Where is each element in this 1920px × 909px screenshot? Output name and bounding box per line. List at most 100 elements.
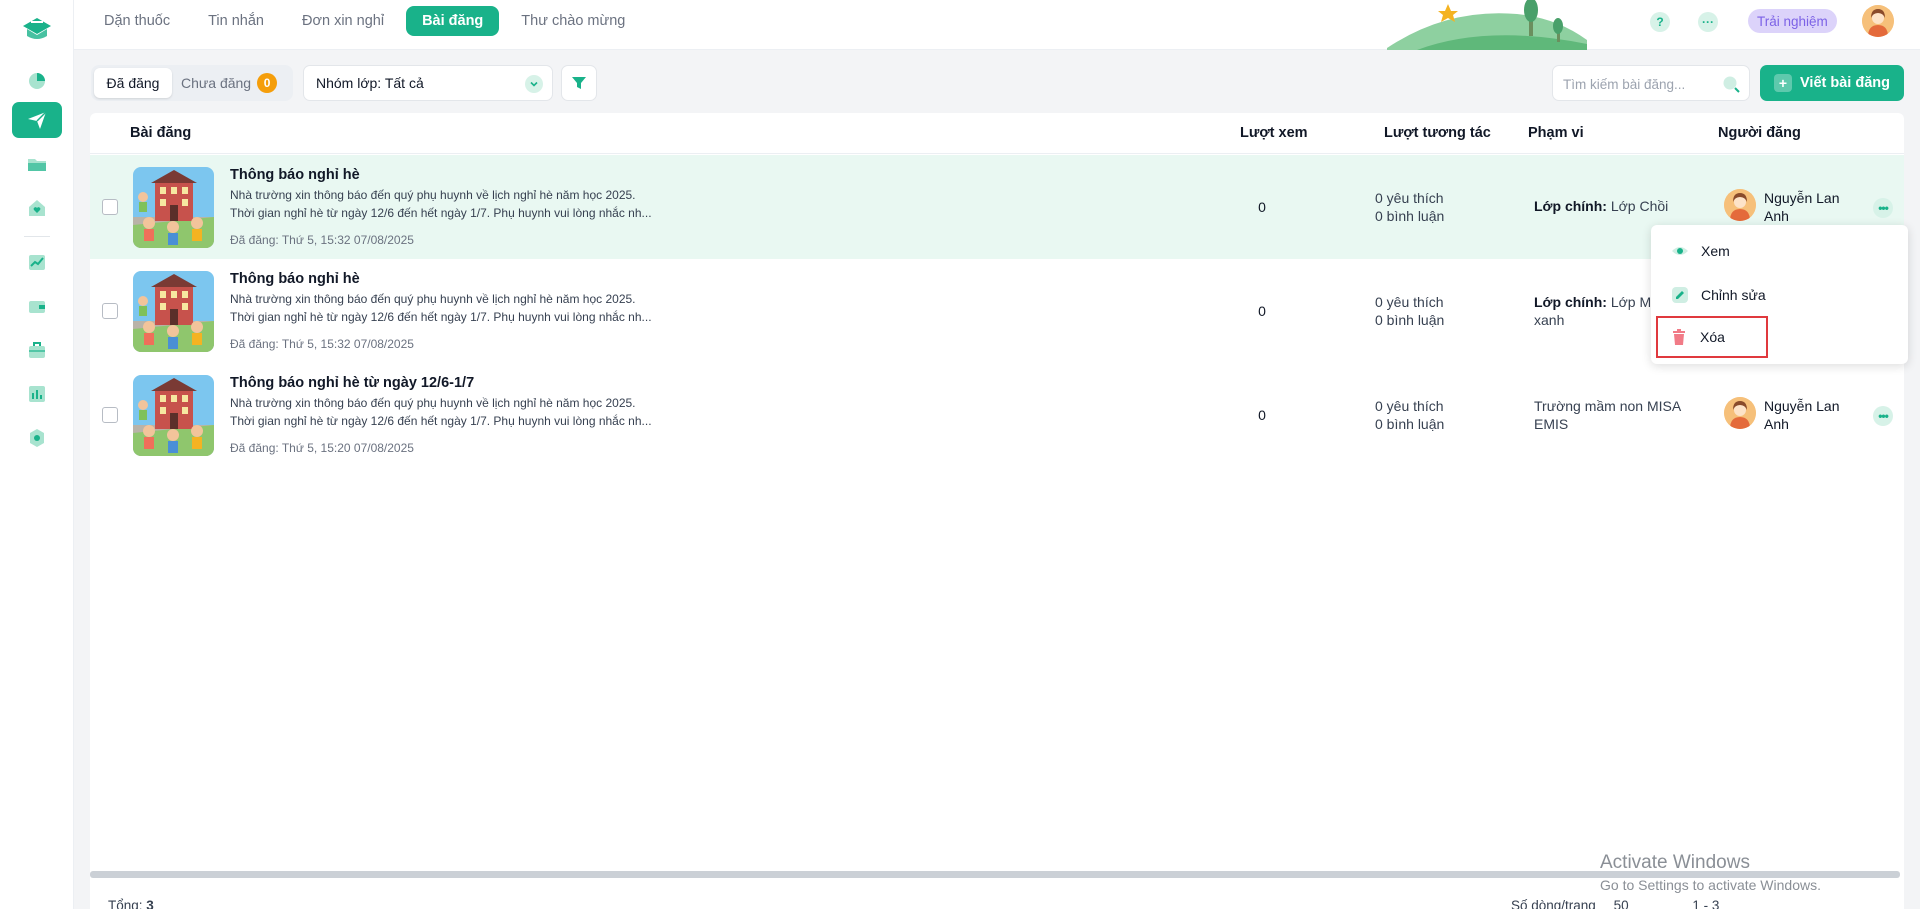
header-post[interactable]: Bài đăng: [130, 125, 191, 141]
search-box: [1552, 65, 1750, 101]
post-title[interactable]: Thông báo nghỉ hè: [230, 167, 360, 183]
search-icon[interactable]: [1721, 74, 1741, 97]
help-icon[interactable]: ?: [1650, 12, 1670, 32]
paper-plane-icon[interactable]: [12, 102, 62, 138]
trend-chart-icon[interactable]: [12, 244, 62, 280]
header-views[interactable]: Lượt xem: [1240, 125, 1308, 141]
table-row[interactable]: Thông báo nghỉ hè Nhà trường xin thông b…: [90, 259, 1904, 363]
tab-welcome-letters[interactable]: Thư chào mừng: [505, 6, 641, 36]
filter-icon: [572, 77, 586, 89]
post-thumbnail[interactable]: [133, 167, 214, 248]
draft-count-badge: 0: [257, 73, 278, 93]
tab-leave-requests[interactable]: Đơn xin nghỉ: [286, 6, 400, 36]
row-checkbox[interactable]: [102, 199, 118, 215]
likes-count: 0 yêu thích: [1375, 190, 1444, 206]
search-input[interactable]: [1563, 74, 1713, 94]
poster-name: Nguyễn Lan Anh: [1764, 190, 1840, 224]
total-label: Tổng:: [108, 898, 143, 909]
tab-medicine[interactable]: Dặn thuốc: [88, 6, 186, 36]
table-row[interactable]: Thông báo nghỉ hè Nhà trường xin thông b…: [90, 155, 1904, 259]
menu-item-delete-label: Xóa: [1700, 329, 1725, 345]
post-thumbnail[interactable]: [133, 375, 214, 456]
watermark-subtitle: Go to Settings to activate Windows.: [1600, 877, 1821, 893]
comments-count: 0 bình luận: [1375, 416, 1445, 432]
left-sidebar: [0, 0, 74, 909]
tab-posts[interactable]: Bài đăng: [406, 6, 500, 36]
pie-chart-icon[interactable]: [12, 62, 62, 98]
interaction-stats: 0 yêu thích 0 bình luận: [1375, 397, 1444, 433]
school-logo-icon[interactable]: [19, 12, 55, 44]
write-post-button[interactable]: + Viết bài đăng: [1760, 65, 1904, 101]
post-excerpt-line2: Thời gian nghỉ hè từ ngày 12/6 đến hết n…: [230, 414, 652, 428]
briefcase-icon[interactable]: [12, 332, 62, 368]
scope-value: Lớp Chồi: [1610, 198, 1669, 214]
comments-count: 0 bình luận: [1375, 208, 1445, 224]
menu-item-edit[interactable]: Chỉnh sửa: [1663, 277, 1895, 313]
plus-icon: +: [1774, 74, 1792, 92]
post-date: Đã đăng: Thứ 5, 15:32 07/08/2025: [230, 233, 414, 247]
post-date: Đã đăng: Thứ 5, 15:32 07/08/2025: [230, 337, 414, 351]
tab-messages[interactable]: Tin nhắn: [192, 6, 280, 36]
draft-tab-label: Chưa đăng: [181, 75, 252, 91]
wallet-icon[interactable]: [12, 288, 62, 324]
rows-per-page: Số dòng/trang 50 1 - 3: [1511, 898, 1719, 909]
likes-count: 0 yêu thích: [1375, 398, 1444, 414]
menu-item-view[interactable]: Xem: [1663, 233, 1895, 269]
eye-icon: [1672, 247, 1688, 255]
menu-item-view-label: Xem: [1701, 243, 1730, 259]
table-header: Bài đăng Lượt xem Lượt tương tác Phạm vi…: [90, 113, 1904, 154]
posted-tab[interactable]: Đã đăng: [94, 68, 172, 98]
bar-chart-icon[interactable]: [12, 376, 62, 412]
trash-icon: [1673, 329, 1685, 345]
row-checkbox[interactable]: [102, 303, 118, 319]
views-count: 0: [1258, 199, 1266, 215]
header-interactions[interactable]: Lượt tương tác: [1384, 125, 1491, 141]
scope-value: Trường mầm non MISA EMIS: [1534, 398, 1681, 432]
filter-button[interactable]: [561, 65, 597, 101]
poster-avatar: [1724, 397, 1756, 429]
more-apps-icon[interactable]: ···: [1698, 12, 1718, 32]
post-title[interactable]: Thông báo nghỉ hè từ ngày 12/6-1/7: [230, 375, 474, 391]
write-post-label: Viết bài đăng: [1800, 75, 1890, 91]
status-segmented-control: Đã đăng Chưa đăng 0: [91, 65, 293, 101]
likes-count: 0 yêu thích: [1375, 294, 1444, 310]
heart-house-icon[interactable]: [12, 190, 62, 226]
post-thumbnail[interactable]: [133, 271, 214, 352]
row-context-menu: Xem Chỉnh sửa Xóa: [1651, 225, 1908, 364]
decorative-hill-illustration: [1387, 0, 1587, 50]
interaction-stats: 0 yêu thích 0 bình luận: [1375, 293, 1444, 329]
sidebar-divider: [24, 236, 50, 237]
row-more-icon[interactable]: •••: [1873, 406, 1893, 426]
row-checkbox[interactable]: [102, 407, 118, 423]
post-scope: Lớp chính: Lớp Chồi: [1534, 197, 1684, 215]
rows-per-page-value[interactable]: 50: [1614, 898, 1629, 909]
post-title[interactable]: Thông báo nghỉ hè: [230, 271, 360, 287]
post-scope: Trường mầm non MISA EMIS: [1534, 397, 1684, 433]
scope-value-continued: xanh: [1534, 312, 1565, 328]
user-avatar[interactable]: [1862, 5, 1894, 37]
settings-icon[interactable]: [12, 420, 62, 456]
post-excerpt-line2: Thời gian nghỉ hè từ ngày 12/6 đến hết n…: [230, 206, 652, 220]
row-more-icon[interactable]: •••: [1873, 198, 1893, 218]
poster-avatar: [1724, 189, 1756, 221]
scope-value: Lớp M: [1610, 294, 1652, 310]
post-excerpt-line1: Nhà trường xin thông báo đến quý phụ huy…: [230, 292, 636, 306]
total-count: Tổng: 3: [108, 898, 154, 909]
header-scope[interactable]: Phạm vi: [1528, 125, 1584, 141]
rows-per-page-label: Số dòng/trang: [1511, 898, 1596, 909]
trial-badge[interactable]: Trải nghiệm: [1748, 9, 1837, 33]
menu-item-delete[interactable]: Xóa: [1656, 316, 1768, 358]
table-row[interactable]: Thông báo nghỉ hè từ ngày 12/6-1/7 Nhà t…: [90, 363, 1904, 467]
page-range: 1 - 3: [1692, 898, 1720, 909]
menu-item-edit-label: Chỉnh sửa: [1701, 287, 1766, 303]
poster-name: Nguyễn Lan Anh: [1764, 398, 1840, 432]
views-count: 0: [1258, 407, 1266, 423]
comments-count: 0 bình luận: [1375, 312, 1445, 328]
folder-icon[interactable]: [12, 146, 62, 182]
header-poster[interactable]: Người đăng: [1718, 125, 1801, 141]
draft-tab[interactable]: Chưa đăng 0: [181, 68, 278, 98]
class-group-select[interactable]: Nhóm lớp: Tất cả: [303, 65, 553, 101]
views-count: 0: [1258, 303, 1266, 319]
top-bar: Dặn thuốc Tin nhắn Đơn xin nghỉ Bài đăng…: [74, 0, 1920, 50]
watermark-title: Activate Windows: [1600, 852, 1750, 873]
